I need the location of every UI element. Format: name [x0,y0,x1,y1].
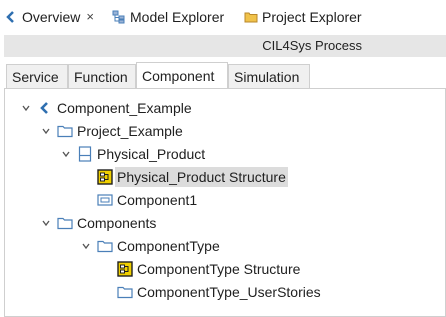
tab-overview-label: Overview [22,8,81,25]
process-header: CIL4Sys Process [4,35,446,57]
tree-item-component-type-user-stories[interactable]: ComponentType_UserStories [117,281,321,303]
folder-icon [117,284,133,300]
tree-item-component-type[interactable]: ComponentType [79,235,220,257]
tree-item-label: ComponentType [117,238,220,254]
tree-item-label: Project_Example [77,123,183,139]
tree-item-component-type-structure[interactable]: ComponentType Structure [117,258,300,280]
tree-item-label: Component1 [117,192,198,208]
tree-item-label: Physical_Product Structure [115,167,288,187]
tab-project-explorer[interactable]: Project Explorer [244,0,362,33]
tab-model-explorer-label: Model Explorer [130,8,225,25]
tab-component[interactable]: Component [136,62,228,89]
component-model-icon [37,100,53,116]
tree-item-physical-product[interactable]: Physical_Product [59,143,205,165]
process-title: CIL4Sys Process [262,38,362,53]
folder-icon [57,215,73,231]
tab-model-explorer[interactable]: Model Explorer [112,0,224,33]
folder-icon [97,238,113,254]
tree-item-label: Component_Example [57,100,192,116]
component-tree: Component_Example Project_Example Physic… [4,88,446,317]
tree-item-label: Physical_Product [97,146,206,162]
chevron-down-icon[interactable] [39,124,53,138]
tree-item-root[interactable]: Component_Example [19,97,192,119]
tab-overview[interactable]: Overview × [4,0,94,33]
back-chevron-icon [4,10,18,24]
chevron-down-icon[interactable] [19,101,33,115]
chevron-down-icon[interactable] [39,216,53,230]
folder-icon [57,123,73,139]
tree-item-components[interactable]: Components [39,212,156,234]
tree-item-project[interactable]: Project_Example [39,120,183,142]
physical-product-icon [77,146,93,162]
sub-tab-bar: Service Function Component Simulation [4,62,446,89]
chevron-down-icon[interactable] [59,147,73,161]
close-icon[interactable]: × [86,9,94,24]
structure-diagram-icon [117,261,133,277]
tree-item-label: Components [77,215,157,231]
tab-service[interactable]: Service [6,64,68,88]
view-tab-bar: Overview × Model Explorer Project Explor… [0,0,446,33]
tab-function[interactable]: Function [68,64,136,88]
tree-item-physical-product-structure[interactable]: Physical_Product Structure [97,166,288,188]
tree-item-label: ComponentType_UserStories [137,284,321,300]
tree-item-label: ComponentType Structure [137,261,301,277]
component-instance-icon [97,192,113,208]
tree-icon [112,10,126,24]
tab-project-explorer-label: Project Explorer [262,8,362,25]
tab-simulation[interactable]: Simulation [228,64,310,88]
folder-icon [244,10,258,24]
tree-item-component1[interactable]: Component1 [97,189,197,211]
structure-diagram-icon [97,169,113,185]
chevron-down-icon[interactable] [79,239,93,253]
